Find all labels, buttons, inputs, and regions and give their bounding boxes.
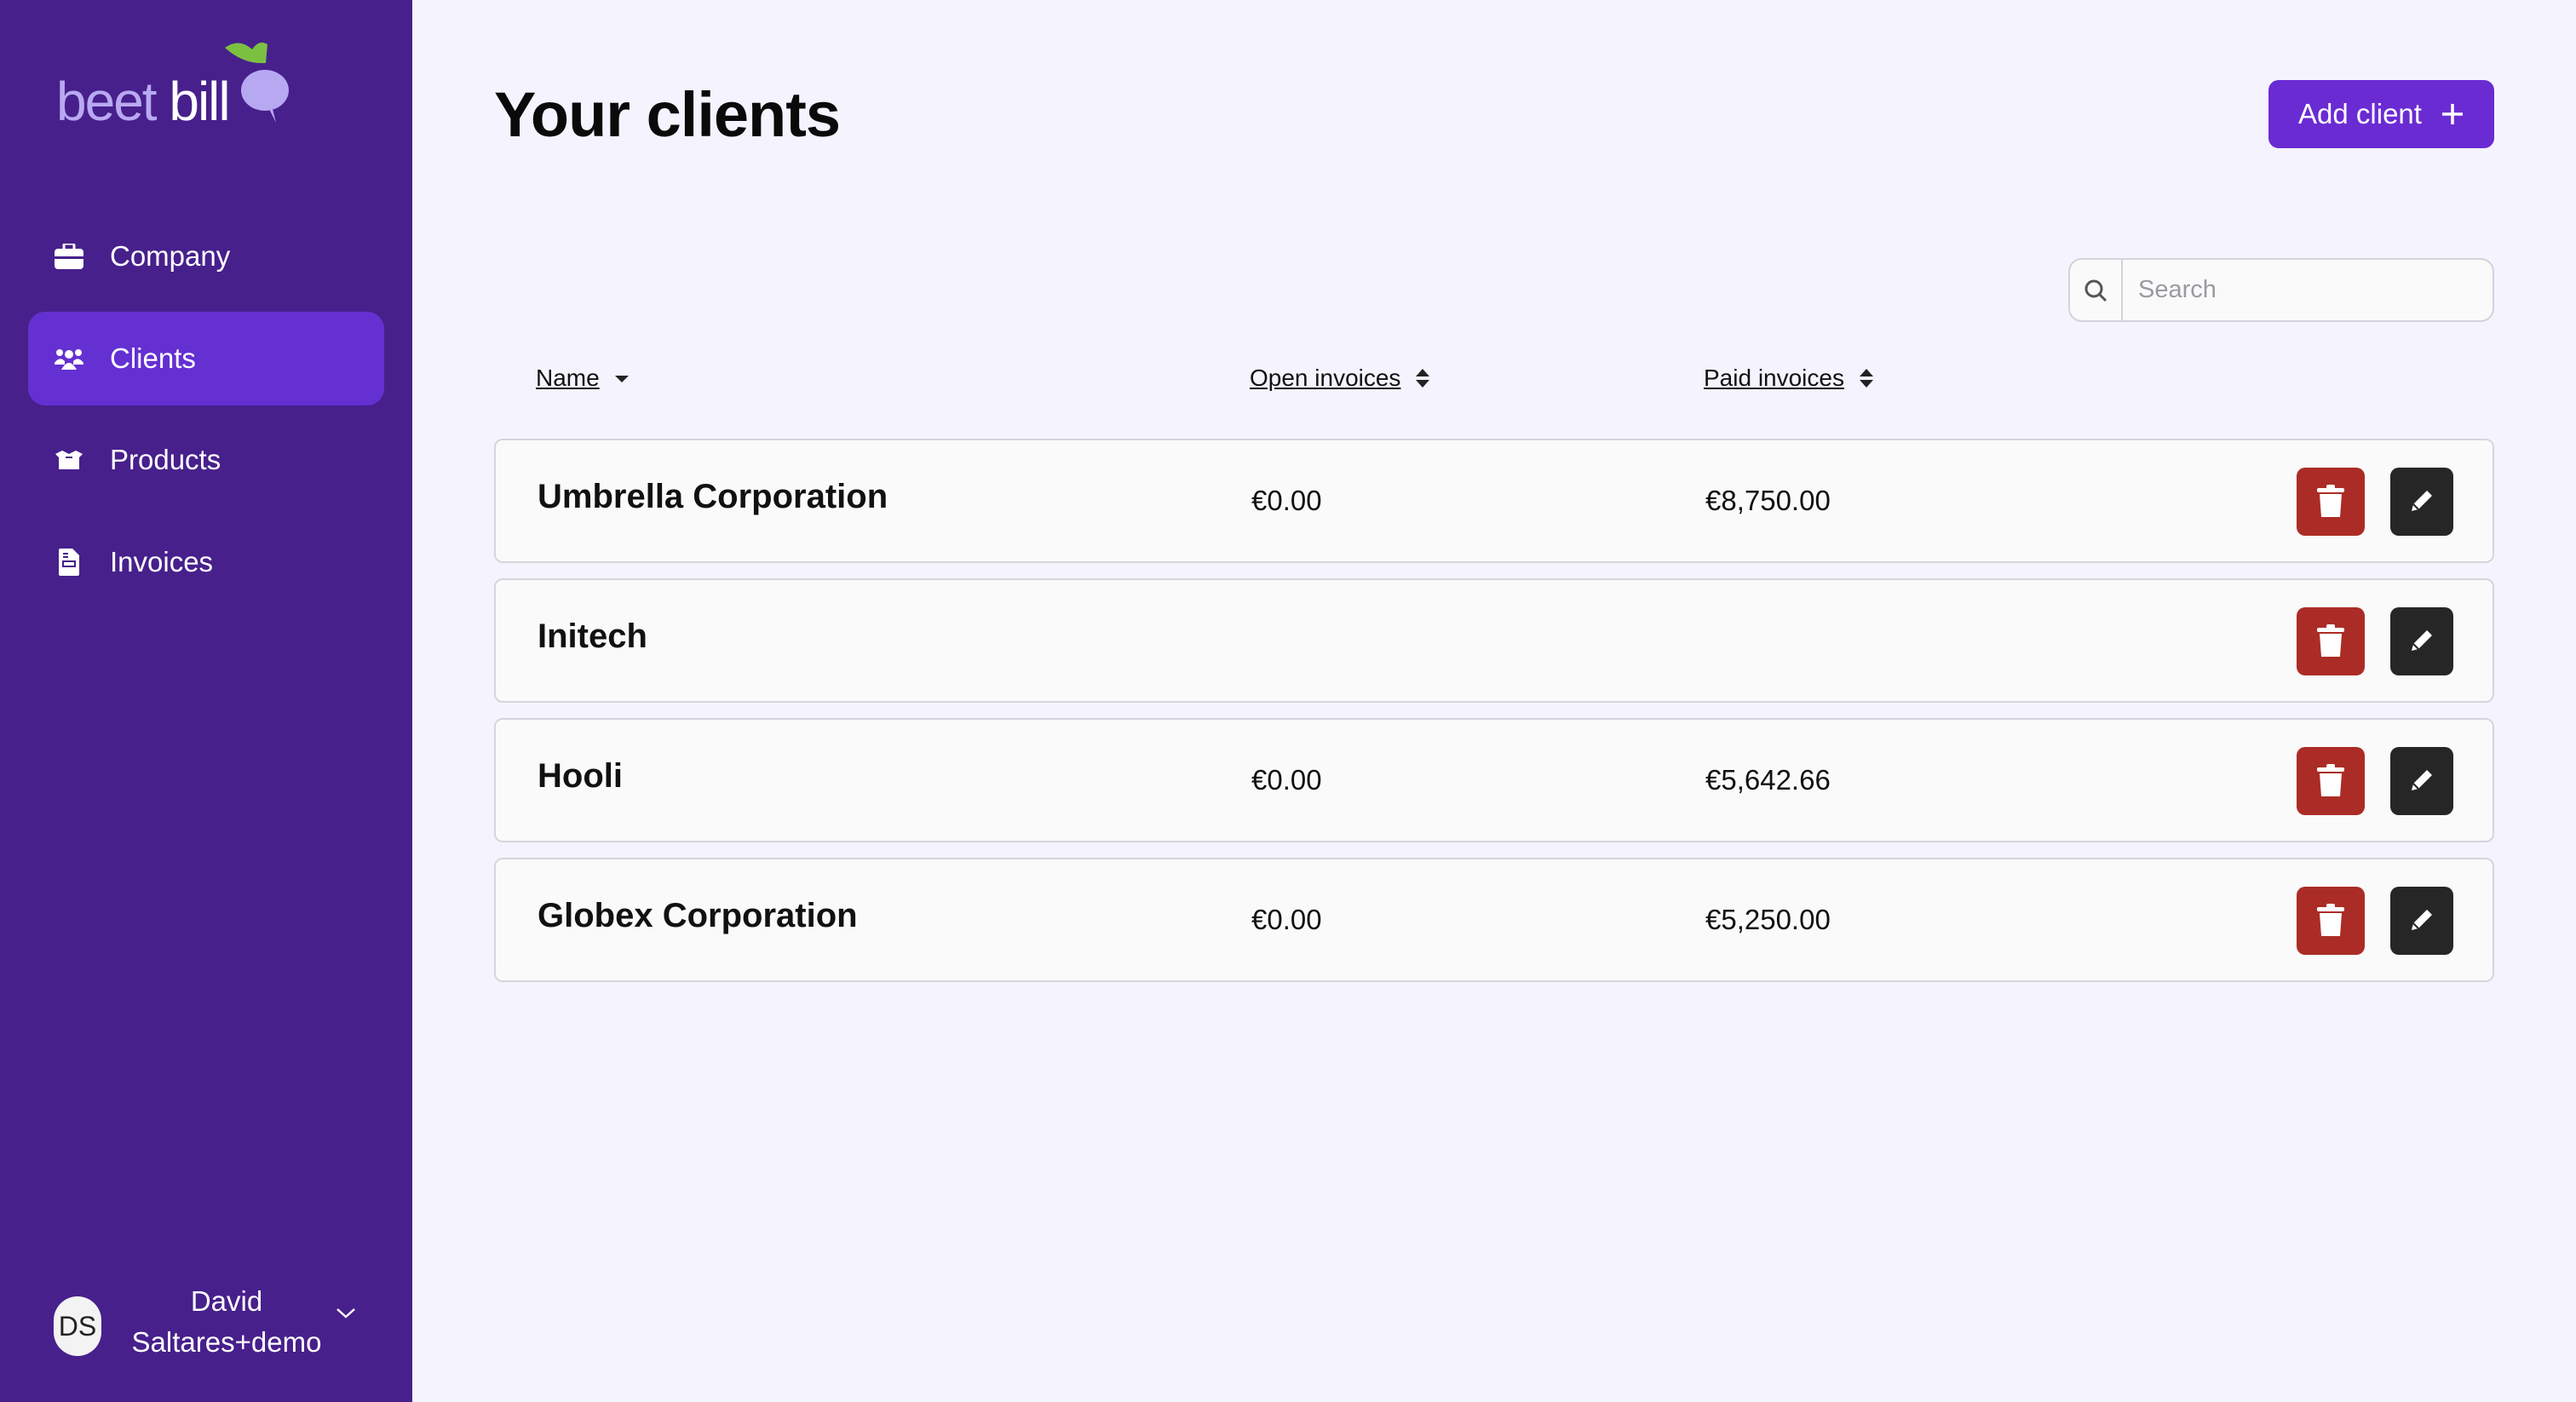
pencil-icon (2408, 487, 2435, 517)
table-row[interactable]: Globex Corporation €0.00 €5,250.00 (494, 858, 2494, 982)
trash-icon (2317, 903, 2344, 939)
beet-bill-logo[interactable]: beet bill (56, 37, 303, 140)
sidebar-item-clients[interactable]: Clients (28, 312, 384, 405)
column-header-name[interactable]: Name (536, 365, 629, 392)
file-invoice-icon (54, 549, 84, 576)
sidebar-item-company[interactable]: Company (28, 210, 384, 303)
beet-icon (225, 43, 289, 123)
edit-client-button[interactable] (2390, 747, 2453, 815)
open-invoices-amount: €0.00 (1251, 764, 1322, 796)
client-name[interactable]: Umbrella Corporation (538, 478, 888, 516)
open-invoices-amount: €0.00 (1251, 904, 1322, 935)
sidebar-item-label: Invoices (110, 546, 214, 577)
search-box (2068, 258, 2494, 322)
column-header-open-invoices[interactable]: Open invoices (1250, 365, 1430, 392)
paid-invoices-amount: €8,750.00 (1705, 485, 1831, 516)
user-menu[interactable]: DS David Saltares+demo (0, 1269, 412, 1371)
paid-invoices-amount: €5,250.00 (1705, 904, 1831, 935)
table-row[interactable]: Initech (494, 578, 2494, 703)
sidebar-item-label: Products (110, 444, 221, 475)
column-label: Open invoices (1250, 365, 1401, 391)
edit-client-button[interactable] (2390, 887, 2453, 955)
sort-icon (1416, 369, 1430, 388)
logo-text: beet bill (56, 71, 231, 132)
table-row[interactable]: Hooli €0.00 €5,642.66 (494, 718, 2494, 842)
briefcase-icon (54, 244, 84, 269)
client-name[interactable]: Hooli (538, 757, 623, 796)
sidebar: beet bill Company Clients Products Invoi… (0, 0, 412, 1402)
sort-desc-icon (614, 376, 629, 382)
edit-client-button[interactable] (2390, 607, 2453, 675)
page-title: Your clients (494, 79, 841, 150)
client-name[interactable]: Globex Corporation (538, 897, 858, 935)
pencil-icon (2408, 767, 2435, 796)
user-name: David Saltares+demo (131, 1285, 322, 1358)
paid-invoices-amount: €5,642.66 (1705, 764, 1831, 796)
chevron-down-icon[interactable] (336, 1307, 356, 1320)
sidebar-item-label: Clients (110, 342, 196, 374)
delete-client-button[interactable] (2297, 747, 2365, 815)
delete-client-button[interactable] (2297, 887, 2365, 955)
search-icon (2070, 260, 2123, 320)
edit-client-button[interactable] (2390, 468, 2453, 536)
delete-client-button[interactable] (2297, 468, 2365, 536)
avatar: DS (54, 1296, 101, 1356)
sort-icon (1859, 369, 1873, 388)
search-input[interactable] (2123, 276, 2481, 304)
sidebar-item-label: Company (110, 240, 231, 272)
trash-icon (2317, 623, 2344, 659)
trash-icon (2317, 484, 2344, 520)
pencil-icon (2408, 627, 2435, 657)
delete-client-button[interactable] (2297, 607, 2365, 675)
add-client-label: Add client (2298, 98, 2422, 129)
plus-icon (2441, 104, 2463, 124)
sidebar-item-invoices[interactable]: Invoices (28, 515, 384, 609)
add-client-button[interactable]: Add client (2268, 80, 2494, 148)
column-header-paid-invoices[interactable]: Paid invoices (1704, 365, 1873, 392)
column-label: Name (536, 365, 600, 391)
column-label: Paid invoices (1704, 365, 1844, 391)
sidebar-item-products[interactable]: Products (28, 413, 384, 507)
open-invoices-amount: €0.00 (1251, 485, 1322, 516)
pencil-icon (2408, 906, 2435, 936)
users-icon (54, 348, 84, 370)
box-icon (54, 451, 84, 469)
client-name[interactable]: Initech (538, 618, 647, 656)
trash-icon (2317, 763, 2344, 799)
table-row[interactable]: Umbrella Corporation €0.00 €8,750.00 (494, 439, 2494, 563)
